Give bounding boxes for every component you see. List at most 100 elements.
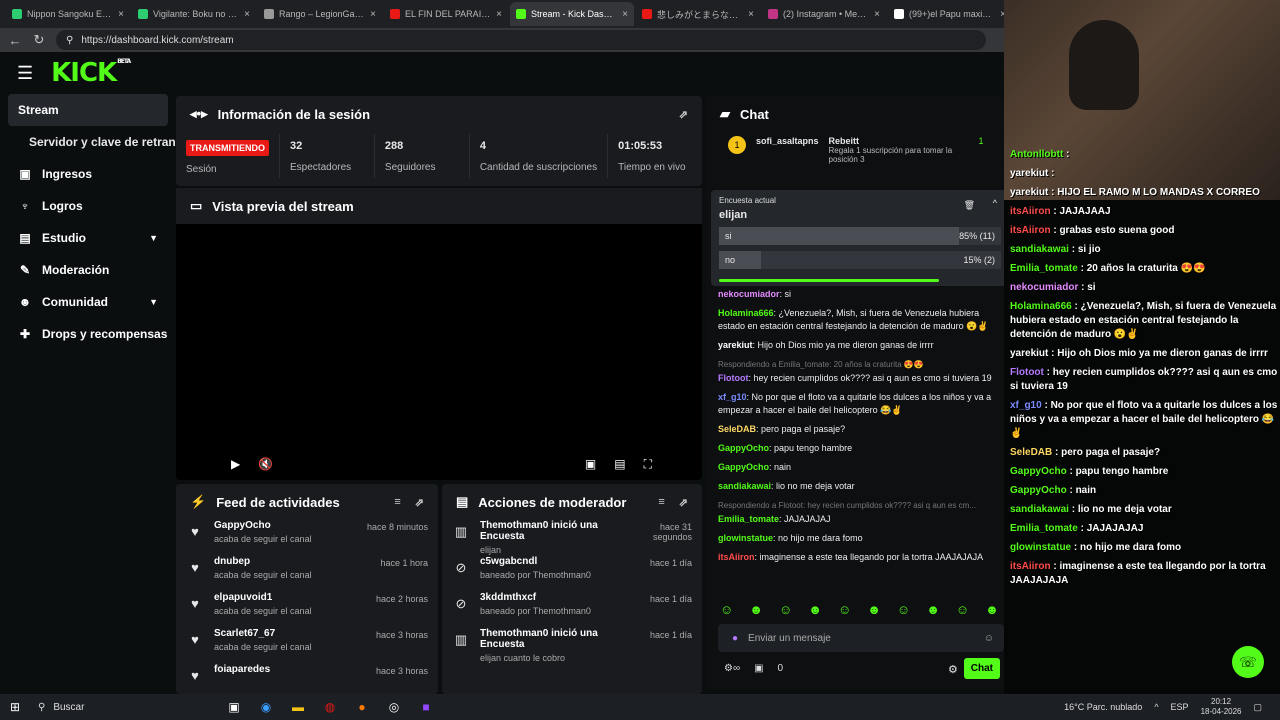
language[interactable]: ESP <box>1171 702 1189 712</box>
browser-tab[interactable]: EL FIN DEL PARAISO - m × <box>384 2 508 26</box>
chat-username[interactable]: yarekiut <box>718 340 753 350</box>
popout-icon[interactable]: ⇗ <box>415 496 424 509</box>
sidebar-item-moderacion[interactable]: ✎ Moderación <box>0 254 176 286</box>
emote-icon[interactable]: ☺ <box>956 602 969 617</box>
mod-tools-icon[interactable]: ⚙∞ <box>724 663 740 674</box>
sidebar-item-comunidad[interactable]: ☻ Comunidad ▼ <box>0 286 176 318</box>
windows-start-icon[interactable]: ⊞ <box>10 700 20 714</box>
close-icon[interactable]: × <box>118 9 124 20</box>
list-icon: ▤ <box>456 494 469 509</box>
chat-username[interactable]: sandiakawai <box>718 481 771 491</box>
emote-icon[interactable]: ☺ <box>838 602 851 617</box>
feed-user[interactable]: foiaparedes <box>214 664 270 675</box>
sidebar-item-drops[interactable]: ✚ Drops y recompensas <box>0 318 176 350</box>
chat-username[interactable]: itsAiiron <box>718 552 755 562</box>
emote-icon[interactable]: ☻ <box>985 602 999 617</box>
mic-icon: ● <box>732 632 739 644</box>
play-icon[interactable]: ▶ <box>231 457 240 472</box>
sidebar-item-ingresos[interactable]: ▣ Ingresos <box>0 158 176 190</box>
browser-tab[interactable]: (2) Instagram • Mensajes × <box>762 2 886 26</box>
poll-option[interactable]: no 15% (2) <box>719 251 1001 269</box>
overlay-username: Antonllobtt <box>1010 149 1064 160</box>
support-fab-icon[interactable]: ☏ <box>1232 646 1264 678</box>
close-icon[interactable]: × <box>370 9 376 20</box>
twitch-icon[interactable]: ■ <box>410 700 442 714</box>
clock[interactable]: 20:12 18-04-2026 <box>1201 697 1242 717</box>
browser-tab[interactable]: 悲しみがとまらない I CAN × <box>636 2 760 26</box>
emote-icon[interactable]: ☻ <box>749 602 763 617</box>
browser-tab[interactable]: Rango – LegionGames × <box>258 2 382 26</box>
chat-username[interactable]: Emilia_tomate <box>718 514 779 524</box>
overlay-separator: : <box>1063 149 1070 160</box>
gift-icon[interactable]: ▣ <box>754 663 763 674</box>
emote-icon[interactable]: ☻ <box>808 602 822 617</box>
chat-username[interactable]: SeleDAB <box>718 424 756 434</box>
sidebar-item-estudio[interactable]: ▤ Estudio ▼ <box>0 222 176 254</box>
chat-username[interactable]: nekocumiador <box>718 289 780 299</box>
emote-icon[interactable]: ☻ <box>867 602 881 617</box>
chat-username[interactable]: GappyOcho <box>718 462 769 472</box>
poll-option[interactable]: si 85% (11) <box>719 227 1001 245</box>
popout-icon[interactable]: ⇗ <box>679 496 688 509</box>
browser-tab[interactable]: Vigilante: Boku no Hero × <box>132 2 256 26</box>
feed-time: hace 2 horas <box>375 594 428 604</box>
close-icon[interactable]: × <box>496 9 502 20</box>
settings-icon[interactable]: ⚙ <box>948 663 958 676</box>
notification-icon[interactable]: ▢ <box>1253 702 1262 713</box>
kick-logo[interactable]: KICKBETA <box>51 58 131 88</box>
close-icon[interactable]: × <box>244 9 250 20</box>
theater-icon[interactable]: ▤ <box>614 457 625 472</box>
browser-tab[interactable]: Stream - Kick Dashboard × <box>510 2 634 26</box>
chrome-icon[interactable]: ◍ <box>314 700 346 714</box>
pinned-user[interactable]: sofi_asaltapns <box>756 136 819 164</box>
sidebar-item-logros[interactable]: ♆ Logros <box>0 190 176 222</box>
filter-icon[interactable]: ≡ <box>658 496 664 509</box>
trash-icon[interactable]: 🗑 <box>964 200 975 211</box>
chat-username[interactable]: Flotoot <box>718 373 749 383</box>
chat-username[interactable]: Holamina666 <box>718 308 774 318</box>
pip-icon[interactable]: ▣ <box>585 457 596 472</box>
popout-icon[interactable]: ⇗ <box>679 108 688 121</box>
folder-icon[interactable]: ▬ <box>282 700 314 714</box>
obs-icon[interactable]: ◎ <box>378 700 410 714</box>
session-info-panel: ◂•▸ Información de la sesión ⇗ TRANSMITIEN… <box>176 96 702 186</box>
url-field[interactable]: ⚲ https://dashboard.kick.com/stream <box>56 30 986 50</box>
sidebar-item-server-key[interactable]: Servidor y clave de retransmisión <box>0 126 176 158</box>
chat-username[interactable]: GappyOcho <box>718 443 769 453</box>
browser-tab[interactable]: Nippon Sangoku Episo × <box>6 2 130 26</box>
chat-username[interactable]: xf_g10 <box>718 392 747 402</box>
task-view-icon[interactable]: ▣ <box>218 700 250 714</box>
edge-icon[interactable]: ◉ <box>250 700 282 714</box>
send-chat-button[interactable]: Chat <box>963 658 1000 679</box>
chat-username[interactable]: glowinstatue <box>718 533 773 543</box>
fullscreen-icon[interactable]: ⛶ <box>644 457 652 472</box>
mic-app-icon[interactable]: ● <box>346 700 378 714</box>
browser-tab[interactable]: (99+)el Papu maximo (@× <box>888 2 1012 26</box>
reload-icon[interactable]: ↻ <box>32 32 46 48</box>
emote-icon[interactable]: ☺ <box>720 602 733 617</box>
filter-icon[interactable]: ≡ <box>394 496 400 509</box>
emote-icon[interactable]: ☺ <box>779 602 792 617</box>
site-info-icon[interactable]: ⚲ <box>66 35 73 46</box>
hamburger-menu-icon[interactable]: ☰ <box>17 63 33 84</box>
close-icon[interactable]: × <box>874 9 880 20</box>
sidebar-item-stream[interactable]: Stream <box>8 94 168 126</box>
emote-icon[interactable]: ☻ <box>926 602 940 617</box>
emoji-icon[interactable]: ☺ <box>984 633 994 644</box>
chat-input[interactable]: ● Enviar un mensaje ☺ <box>718 624 1004 652</box>
emote-icon[interactable]: ☺ <box>897 602 910 617</box>
mute-icon[interactable]: 🔇 <box>258 457 273 472</box>
feed-time: hace 1 hora <box>380 558 428 568</box>
back-icon[interactable]: ← <box>8 33 22 48</box>
weather[interactable]: 16°C Parc. nublado <box>1064 702 1142 712</box>
chevron-up-icon[interactable]: ^ <box>993 198 997 208</box>
goal-box: Rebeitt Regala 1 suscripción para tomar l… <box>829 136 969 164</box>
close-icon[interactable]: × <box>622 9 628 20</box>
taskbar-search[interactable]: ⚲ Buscar <box>38 702 218 713</box>
close-icon[interactable]: × <box>748 9 754 20</box>
feed-user[interactable]: GappyOcho <box>214 520 312 531</box>
feed-user[interactable]: elpapuvoid1 <box>214 592 312 603</box>
feed-user[interactable]: dnubep <box>214 556 312 567</box>
tray-chevron-icon[interactable]: ^ <box>1154 702 1158 712</box>
feed-user[interactable]: Scarlet67_67 <box>214 628 312 639</box>
